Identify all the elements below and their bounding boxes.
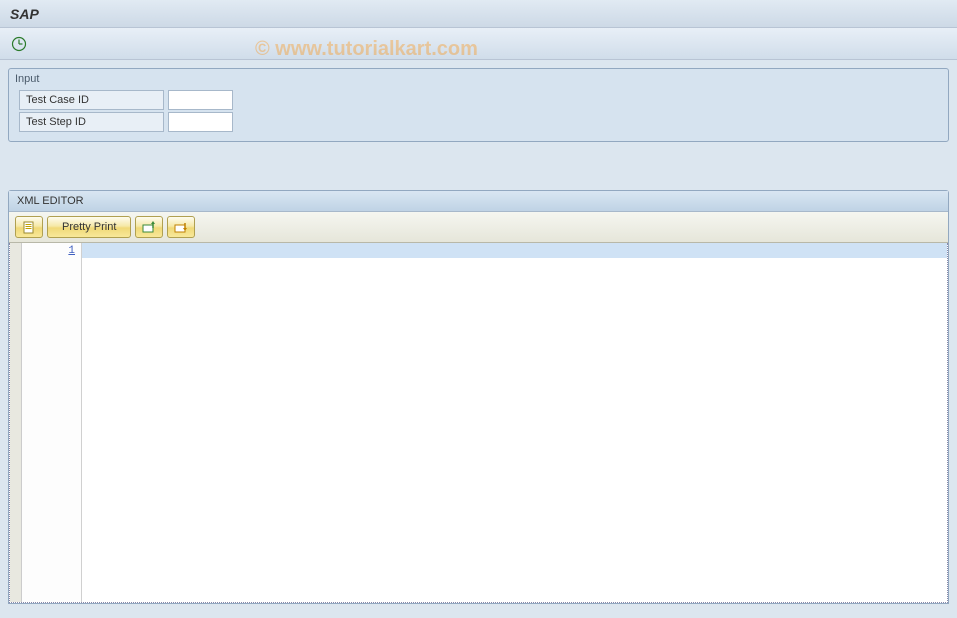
window-title-bar: SAP (0, 0, 957, 28)
load-file-button[interactable] (15, 216, 43, 238)
test-step-id-label: Test Step ID (19, 112, 164, 132)
test-case-id-input[interactable] (168, 90, 233, 110)
test-case-id-row: Test Case ID (9, 89, 948, 111)
xml-editor-title: XML EDITOR (9, 191, 948, 212)
editor-margin (10, 243, 22, 602)
input-group-title: Input (9, 73, 948, 89)
execute-icon[interactable] (10, 35, 28, 53)
line-number-gutter: 1 (22, 243, 82, 602)
input-groupbox: Input Test Case ID Test Step ID (8, 68, 949, 142)
test-step-id-input[interactable] (168, 112, 233, 132)
xml-editor-toolbar: Pretty Print (9, 212, 948, 243)
test-step-id-row: Test Step ID (9, 111, 948, 133)
app-title: SAP (10, 6, 39, 22)
application-toolbar (0, 28, 957, 60)
line-number: 1 (24, 245, 75, 257)
current-line-highlight (82, 243, 947, 258)
export-button[interactable] (167, 216, 195, 238)
pretty-print-button[interactable]: Pretty Print (47, 216, 131, 238)
editor-body: 1 (9, 243, 948, 603)
xml-editor-frame: XML EDITOR Pretty Print (8, 190, 949, 604)
import-button[interactable] (135, 216, 163, 238)
pretty-print-label: Pretty Print (62, 221, 116, 233)
content-area: Input Test Case ID Test Step ID XML EDIT… (0, 60, 957, 612)
code-text-area[interactable] (82, 243, 947, 602)
test-case-id-label: Test Case ID (19, 90, 164, 110)
